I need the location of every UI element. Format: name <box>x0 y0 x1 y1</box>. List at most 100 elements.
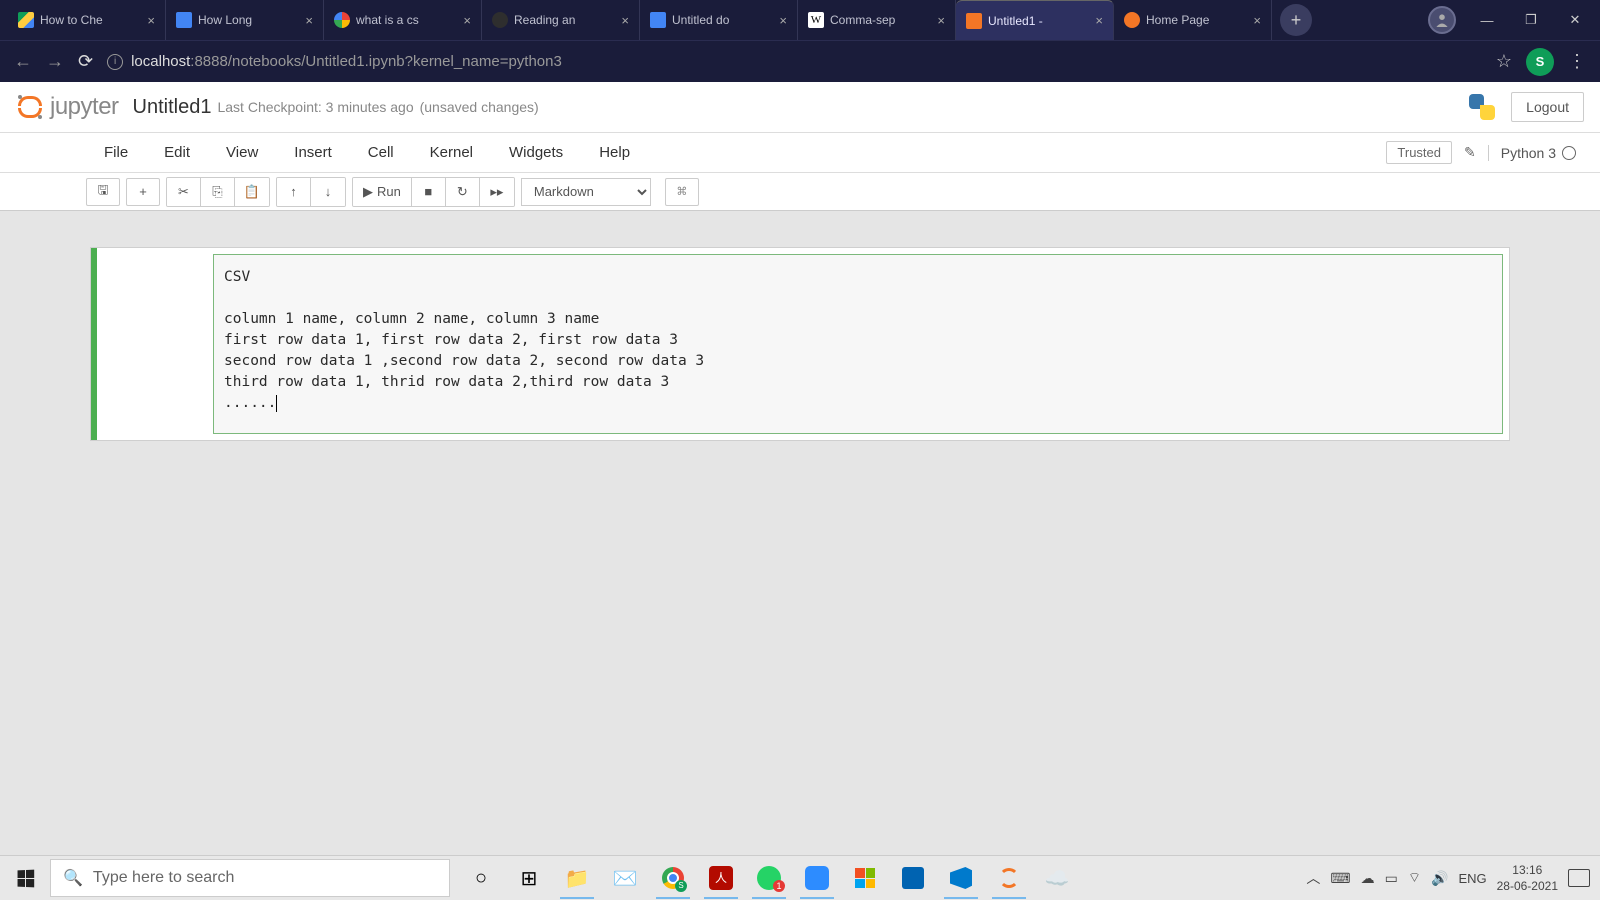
close-icon[interactable]: × <box>1095 13 1103 28</box>
vscode-icon[interactable] <box>940 857 982 899</box>
zoom-icon[interactable] <box>796 857 838 899</box>
logout-button[interactable]: Logout <box>1511 92 1584 122</box>
wifi-icon[interactable]: ⌔ <box>1408 869 1421 887</box>
start-button[interactable] <box>0 856 50 900</box>
system-tray: ︿ ⌨ ☁ ▭ ⌔ 🔊 ENG 13:1628-06-2021 <box>1306 862 1600 894</box>
jupyter-header: jupyter Untitled1 Last Checkpoint: 3 min… <box>0 82 1600 133</box>
cell-markdown[interactable]: CSV column 1 name, column 2 name, column… <box>90 247 1510 441</box>
close-icon[interactable]: × <box>463 13 471 28</box>
bookmark-icon[interactable]: ☆ <box>1496 51 1512 72</box>
close-icon[interactable]: × <box>147 13 155 28</box>
move-up-button[interactable]: ↑ <box>277 178 311 206</box>
forward-button[interactable]: → <box>46 51 64 72</box>
tab-5[interactable]: WComma-sep× <box>798 0 956 40</box>
close-window-button[interactable]: ✕ <box>1562 12 1588 28</box>
chrome-profile-button[interactable]: S <box>1526 48 1554 76</box>
browser-menu-icon[interactable]: ⋮ <box>1568 51 1586 72</box>
cut-button[interactable]: ✂ <box>167 178 201 206</box>
tab-7[interactable]: Home Page × <box>1114 0 1272 40</box>
explorer-icon[interactable]: 📁 <box>556 857 598 899</box>
search-placeholder: Type here to search <box>93 869 234 887</box>
paste-button[interactable]: 📋 <box>235 178 269 206</box>
restart-button[interactable]: ↻ <box>446 178 480 206</box>
menu-widgets[interactable]: Widgets <box>491 136 581 169</box>
kernel-indicator[interactable]: Python 3 <box>1488 145 1584 161</box>
menu-cell[interactable]: Cell <box>350 136 412 169</box>
save-button[interactable]: 🖫 <box>86 178 120 206</box>
site-info-icon[interactable]: i <box>107 54 123 70</box>
tab-4[interactable]: Untitled do× <box>640 0 798 40</box>
tab-6[interactable]: Untitled1 - × <box>956 0 1114 40</box>
tab-label: Home Page <box>1146 13 1247 27</box>
reload-button[interactable]: ⟳ <box>78 51 93 72</box>
edit-icon[interactable]: ✎ <box>1464 144 1476 161</box>
url-field[interactable]: i localhost:8888/notebooks/Untitled1.ipy… <box>107 53 1482 70</box>
menu-help[interactable]: Help <box>581 136 648 169</box>
close-icon[interactable]: × <box>1253 13 1261 28</box>
menu-kernel[interactable]: Kernel <box>412 136 491 169</box>
clock[interactable]: 13:1628-06-2021 <box>1497 862 1558 894</box>
command-palette-button[interactable]: ⌘ <box>665 178 699 206</box>
close-icon[interactable]: × <box>779 13 787 28</box>
tab-label: Untitled1 - <box>988 14 1089 28</box>
new-tab-button[interactable]: + <box>1280 4 1312 36</box>
mail-icon[interactable]: ✉️ <box>604 857 646 899</box>
interrupt-button[interactable]: ■ <box>412 178 446 206</box>
close-icon[interactable]: × <box>305 13 313 28</box>
task-view-icon[interactable]: ⊞ <box>508 857 550 899</box>
browser-account-icon[interactable] <box>1428 6 1456 34</box>
tab-0[interactable]: How to Che× <box>8 0 166 40</box>
maximize-button[interactable]: ❐ <box>1518 12 1544 28</box>
jupyter-wordmark: jupyter <box>50 93 119 121</box>
tab-1[interactable]: How Long × <box>166 0 324 40</box>
kernel-status-icon <box>1562 146 1576 160</box>
cortana-icon[interactable]: ○ <box>460 857 502 899</box>
menu-view[interactable]: View <box>208 136 276 169</box>
action-center-icon[interactable] <box>1568 869 1590 887</box>
chrome-icon[interactable]: S <box>652 857 694 899</box>
tab-3[interactable]: Reading an× <box>482 0 640 40</box>
url-port: :8888 <box>190 53 228 70</box>
close-icon[interactable]: × <box>937 13 945 28</box>
move-down-button[interactable]: ↓ <box>311 178 345 206</box>
python-logo-icon <box>1467 92 1497 122</box>
restart-run-all-button[interactable]: ▸▸ <box>480 178 514 206</box>
store-icon[interactable] <box>844 857 886 899</box>
menu-edit[interactable]: Edit <box>146 136 208 169</box>
battery-icon[interactable]: ▭ <box>1385 870 1398 887</box>
copy-button[interactable]: ⎘ <box>201 178 235 206</box>
google-icon <box>334 12 350 28</box>
acrobat-icon[interactable]: 人 <box>700 857 742 899</box>
weather-icon[interactable]: ☁️ <box>1036 857 1078 899</box>
run-button[interactable]: ▶ Run <box>353 178 412 206</box>
taskbar-search[interactable]: 🔍Type here to search <box>50 859 450 897</box>
tab-label: what is a cs <box>356 13 457 27</box>
add-cell-button[interactable]: + <box>126 178 160 206</box>
url-path: /notebooks/Untitled1.ipynb?kernel_name=p… <box>228 53 562 70</box>
chevron-up-icon[interactable]: ︿ <box>1306 868 1320 888</box>
app-icon[interactable] <box>892 857 934 899</box>
cell-type-select[interactable]: Markdown <box>521 178 651 206</box>
cell-prompt <box>97 248 207 440</box>
whatsapp-icon[interactable]: 1 <box>748 857 790 899</box>
minimize-button[interactable]: — <box>1474 13 1500 28</box>
keyboard-icon[interactable]: ⌨ <box>1330 870 1350 887</box>
trusted-indicator[interactable]: Trusted <box>1386 141 1452 164</box>
volume-icon[interactable]: 🔊 <box>1431 870 1448 887</box>
jupyter-icon <box>966 13 982 29</box>
close-icon[interactable]: × <box>621 13 629 28</box>
back-button[interactable]: ← <box>14 51 32 72</box>
onedrive-icon[interactable]: ☁ <box>1361 870 1375 887</box>
jupyter-icon <box>1124 12 1140 28</box>
tab-label: How Long <box>198 13 299 27</box>
jupyter-taskbar-icon[interactable] <box>988 857 1030 899</box>
cell-editor[interactable]: CSV column 1 name, column 2 name, column… <box>213 254 1503 434</box>
language-indicator[interactable]: ENG <box>1458 871 1486 886</box>
notebook-name[interactable]: Untitled1 <box>133 96 212 119</box>
kernel-label: Python 3 <box>1501 145 1556 161</box>
jupyter-logo[interactable]: jupyter <box>16 93 119 121</box>
windows-taskbar: 🔍Type here to search ○ ⊞ 📁 ✉️ S 人 1 ☁️ ︿… <box>0 855 1600 900</box>
menu-file[interactable]: File <box>86 136 146 169</box>
tab-2[interactable]: what is a cs × <box>324 0 482 40</box>
menu-insert[interactable]: Insert <box>276 136 350 169</box>
